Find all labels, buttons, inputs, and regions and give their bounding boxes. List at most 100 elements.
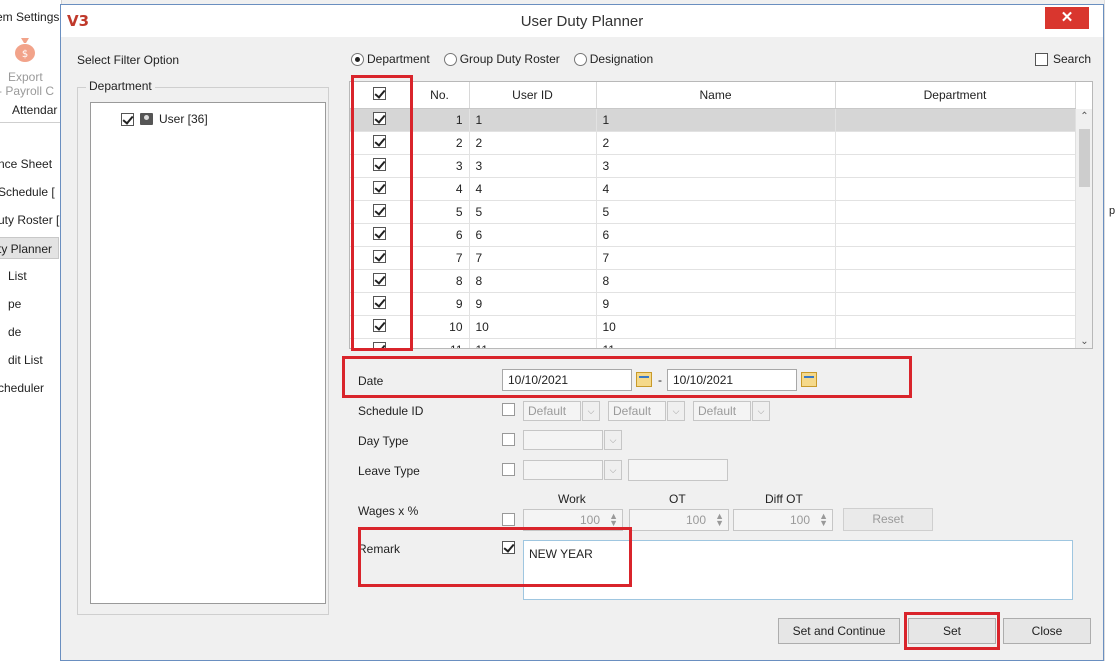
table-row[interactable]: 111111 bbox=[350, 338, 1076, 348]
filter-heading: Select Filter Option bbox=[77, 53, 180, 67]
cell-user-id: 2 bbox=[469, 131, 597, 155]
row-checkbox[interactable] bbox=[373, 272, 387, 286]
background-app-sidebar: em Settings $ Export - Payroll C Attenda… bbox=[0, 0, 62, 661]
nav-duty-planner[interactable]: ty Planner bbox=[0, 237, 60, 259]
chevron-down-icon[interactable]: ⌵ bbox=[752, 401, 770, 421]
set-and-continue-button[interactable]: Set and Continue bbox=[778, 618, 900, 644]
department-tree[interactable]: User [36] bbox=[90, 102, 326, 604]
up-down-icon[interactable]: ▲ ▼ bbox=[819, 512, 828, 528]
chevron-down-icon[interactable]: ⌵ bbox=[604, 430, 622, 450]
spinner-value: 100 bbox=[789, 513, 810, 527]
chevron-down-icon[interactable]: ⌵ bbox=[667, 401, 685, 421]
leave-type-combo[interactable]: ⌵ bbox=[523, 460, 622, 480]
scroll-down-icon[interactable]: ⌄ bbox=[1076, 336, 1092, 347]
set-button[interactable]: Set bbox=[908, 618, 996, 644]
cell-user-id: 6 bbox=[469, 223, 597, 247]
row-checkbox[interactable] bbox=[373, 157, 387, 171]
close-button[interactable]: Close bbox=[1003, 618, 1091, 644]
row-checkbox[interactable] bbox=[373, 249, 387, 263]
row-select-cell bbox=[350, 108, 411, 132]
column-header-name[interactable]: Name bbox=[596, 82, 836, 109]
leave-type-field[interactable] bbox=[628, 459, 728, 481]
radio-department[interactable]: Department bbox=[351, 52, 430, 66]
table-row[interactable]: 999 bbox=[350, 292, 1076, 316]
nav-duty-roster[interactable]: uty Roster [ bbox=[0, 209, 59, 231]
table-row[interactable]: 444 bbox=[350, 177, 1076, 201]
system-settings-menu[interactable]: em Settings bbox=[0, 10, 59, 24]
day-type-checkbox[interactable] bbox=[502, 433, 515, 446]
chevron-down-icon[interactable]: ⌵ bbox=[604, 460, 622, 480]
column-header-no[interactable]: No. bbox=[410, 82, 470, 109]
table-row[interactable]: 111 bbox=[350, 108, 1076, 132]
nav-audit-list[interactable]: dit List bbox=[8, 349, 43, 371]
nav-attendance-sheet[interactable]: nce Sheet bbox=[0, 153, 52, 175]
user-grid[interactable]: No. User ID Name Department 111222333444… bbox=[349, 81, 1093, 349]
select-all-header[interactable] bbox=[350, 82, 411, 109]
up-down-icon[interactable]: ▲ ▼ bbox=[715, 512, 724, 528]
row-checkbox[interactable] bbox=[373, 341, 387, 348]
wages-label: Wages x % bbox=[358, 504, 419, 518]
up-down-icon[interactable]: ▲ ▼ bbox=[609, 512, 618, 528]
search-checkbox[interactable] bbox=[1034, 52, 1048, 66]
table-row[interactable]: 333 bbox=[350, 154, 1076, 178]
column-header-department[interactable]: Department bbox=[835, 82, 1076, 109]
select-all-checkbox[interactable] bbox=[373, 86, 387, 100]
grid-scrollbar[interactable]: ⌃ ⌄ bbox=[1075, 109, 1092, 348]
table-row[interactable]: 666 bbox=[350, 223, 1076, 247]
calendar-icon[interactable] bbox=[636, 372, 652, 387]
schedule-combo-3[interactable]: Default ⌵ bbox=[693, 401, 770, 421]
scroll-up-icon[interactable]: ⌃ bbox=[1076, 111, 1092, 122]
schedule-combo-2[interactable]: Default ⌵ bbox=[608, 401, 685, 421]
row-checkbox[interactable] bbox=[373, 134, 387, 148]
wages-ot-spinner[interactable]: 100 ▲ ▼ bbox=[629, 509, 729, 531]
cell-department bbox=[835, 292, 1076, 316]
day-type-combo[interactable]: ⌵ bbox=[523, 430, 622, 450]
date-to-field[interactable]: 10/10/2021 bbox=[667, 369, 797, 391]
row-checkbox[interactable] bbox=[373, 111, 387, 125]
table-row[interactable]: 222 bbox=[350, 131, 1076, 155]
remark-textarea[interactable]: NEW YEAR bbox=[523, 540, 1073, 600]
row-checkbox[interactable] bbox=[373, 318, 387, 332]
schedule-combo-1[interactable]: Default ⌵ bbox=[523, 401, 600, 421]
table-row[interactable]: 888 bbox=[350, 269, 1076, 293]
nav-scheduler[interactable]: cheduler bbox=[0, 377, 44, 399]
row-select-cell bbox=[350, 223, 411, 247]
nav-type[interactable]: pe bbox=[8, 293, 21, 315]
date-from-field[interactable]: 10/10/2021 bbox=[502, 369, 632, 391]
row-select-cell bbox=[350, 154, 411, 178]
radio-button[interactable] bbox=[443, 52, 457, 66]
leave-type-checkbox[interactable] bbox=[502, 463, 515, 476]
radio-group-duty-roster[interactable]: Group Duty Roster bbox=[443, 52, 560, 66]
schedule-id-checkbox[interactable] bbox=[502, 403, 515, 416]
tree-node-checkbox[interactable] bbox=[121, 112, 134, 126]
cell-name: 8 bbox=[596, 269, 836, 293]
radio-button[interactable] bbox=[351, 52, 364, 66]
reset-button[interactable]: Reset bbox=[843, 508, 933, 531]
remark-checkbox[interactable] bbox=[502, 541, 515, 554]
chevron-down-icon[interactable]: ⌵ bbox=[582, 401, 600, 421]
wages-work-spinner[interactable]: 100 ▲ ▼ bbox=[523, 509, 623, 531]
tree-node-user[interactable]: User [36] bbox=[121, 112, 208, 126]
wages-diff-ot-spinner[interactable]: 100 ▲ ▼ bbox=[733, 509, 833, 531]
row-checkbox[interactable] bbox=[373, 226, 387, 240]
calendar-icon[interactable] bbox=[801, 372, 817, 387]
row-checkbox[interactable] bbox=[373, 180, 387, 194]
column-header-user-id[interactable]: User ID bbox=[469, 82, 597, 109]
search-toggle[interactable]: Search bbox=[1034, 52, 1091, 66]
cell-name: 3 bbox=[596, 154, 836, 178]
nav-schedule[interactable]: Schedule [ bbox=[0, 181, 55, 203]
table-row[interactable]: 777 bbox=[350, 246, 1076, 270]
nav-code[interactable]: de bbox=[8, 321, 21, 343]
nav-list[interactable]: List bbox=[8, 265, 27, 287]
export-payroll-button[interactable]: Export - Payroll C bbox=[0, 70, 54, 98]
table-row[interactable]: 10 10 10 bbox=[350, 315, 1076, 339]
table-row[interactable]: 555 bbox=[350, 200, 1076, 224]
close-icon[interactable]: ✕ bbox=[1045, 7, 1089, 29]
radio-button[interactable] bbox=[573, 52, 587, 66]
divider bbox=[0, 122, 61, 123]
wages-checkbox[interactable] bbox=[502, 513, 515, 526]
row-checkbox[interactable] bbox=[373, 203, 387, 217]
scroll-thumb[interactable] bbox=[1079, 129, 1090, 187]
row-checkbox[interactable] bbox=[373, 295, 387, 309]
radio-designation[interactable]: Designation bbox=[573, 52, 653, 66]
